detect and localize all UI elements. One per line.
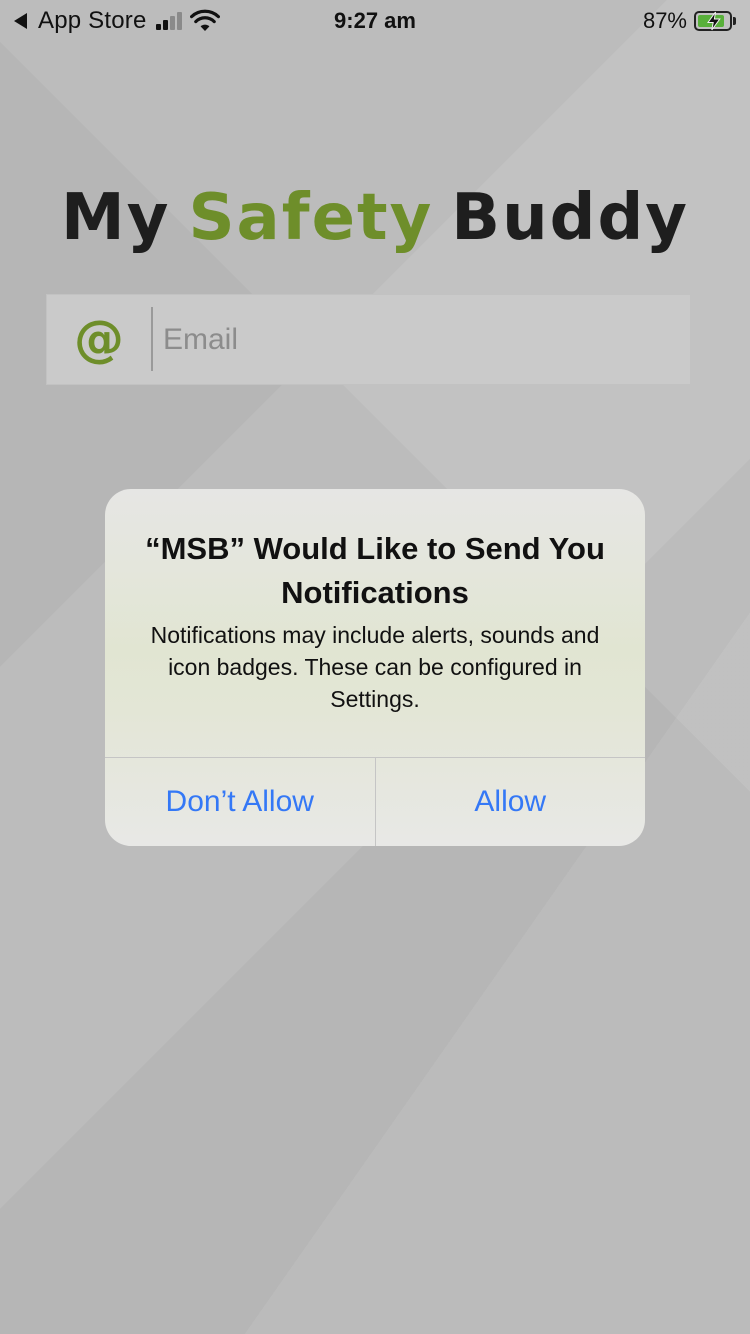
- alert-message: Notifications may include alerts, sounds…: [150, 622, 600, 712]
- battery-percent: 87%: [642, 8, 687, 33]
- charging-bolt-icon: [707, 11, 721, 31]
- status-time: 9:27 am: [334, 8, 416, 33]
- dont-allow-button[interactable]: Don’t Allow: [105, 758, 375, 846]
- notification-permission-alert: “MSB” Would Like to Send You Notificatio…: [105, 489, 645, 846]
- battery-status: 87%: [643, 6, 736, 36]
- email-input[interactable]: [163, 313, 663, 367]
- logo-word-safety: Safety: [188, 181, 434, 255]
- app-screen: App Store 9:27 am 87% MySafetyBuddy @: [0, 0, 750, 1334]
- field-divider: [151, 307, 153, 371]
- logo-word-buddy: Buddy: [451, 181, 689, 255]
- email-field[interactable]: @: [46, 294, 691, 385]
- status-bar: App Store 9:27 am 87%: [0, 0, 750, 40]
- battery-charging-icon: [694, 11, 732, 31]
- at-icon: @: [74, 310, 124, 368]
- logo-word-my: My: [61, 181, 171, 255]
- allow-button[interactable]: Allow: [374, 758, 646, 846]
- alert-title: “MSB” Would Like to Send You Notificatio…: [145, 531, 605, 610]
- battery-terminal: [733, 17, 736, 25]
- alert-actions: Don’t Allow Allow: [105, 757, 645, 846]
- app-logo: My Safety Buddy: [0, 178, 750, 258]
